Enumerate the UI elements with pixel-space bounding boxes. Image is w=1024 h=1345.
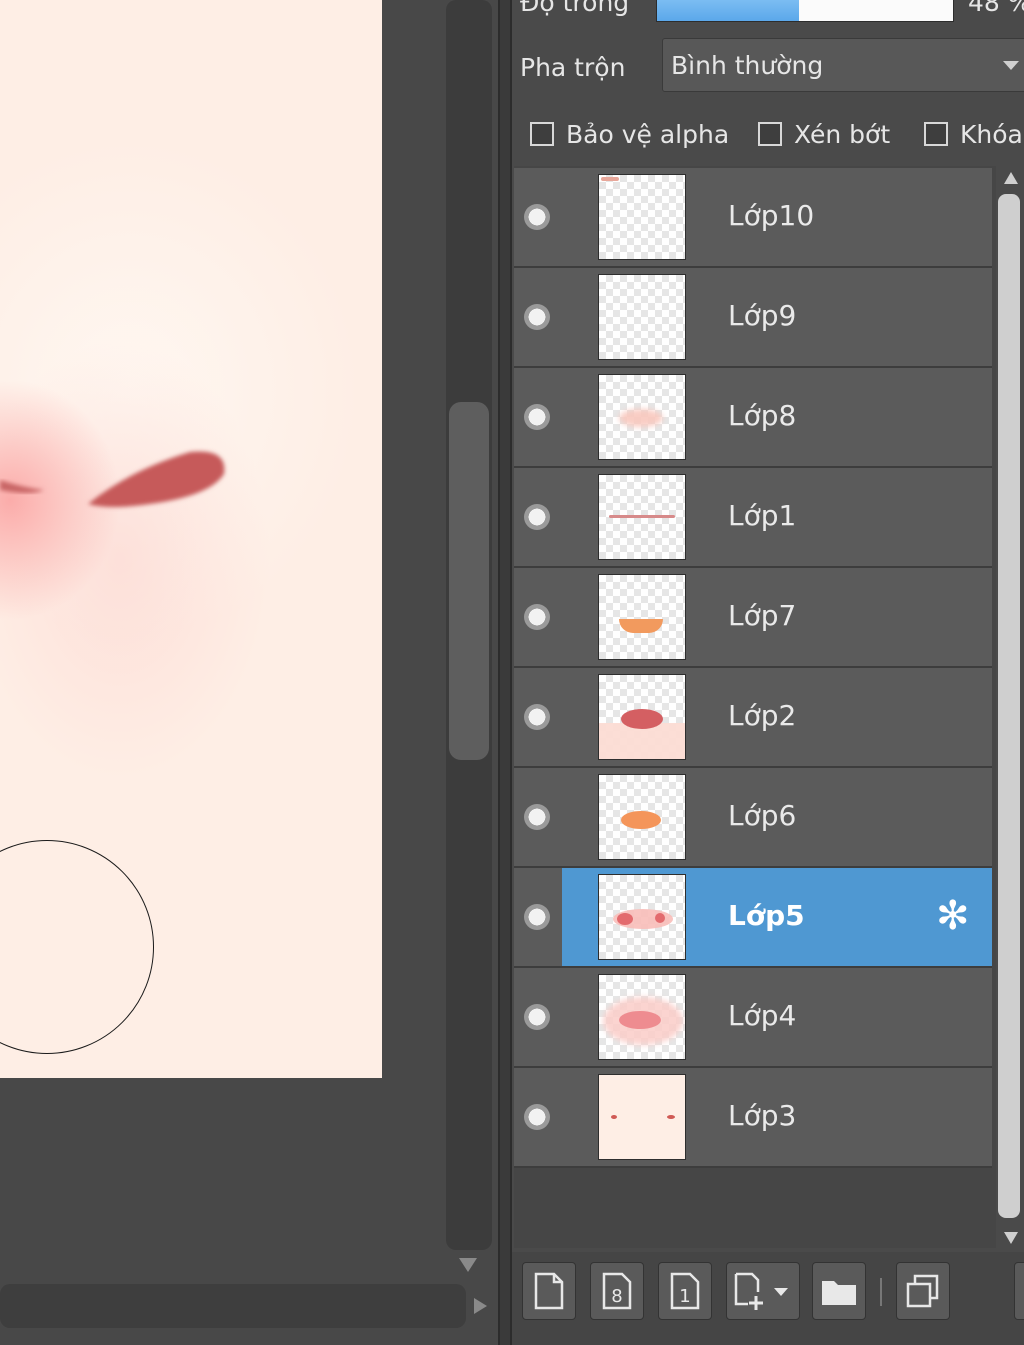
layer-row[interactable]: Lớp1 xyxy=(514,468,992,568)
opacity-label: Độ trong xyxy=(520,0,630,17)
layer-toolbar: 8 1 xyxy=(512,1252,1024,1345)
layer-list-scrollbar[interactable] xyxy=(998,194,1020,1218)
artwork-canvas[interactable] xyxy=(0,0,382,1078)
layer-list[interactable]: Lớp10 Lớp9 Lớp8 Lớp1 Lớp7 Lớp2 Lớp6 Lớp5… xyxy=(514,166,996,1248)
layer-name: Lớp4 xyxy=(728,999,797,1032)
toolbar-more-button[interactable] xyxy=(1014,1262,1024,1320)
layer-panel: Độ trong 48 % Pha trộn Bình thường Bảo v… xyxy=(512,0,1024,1345)
visibility-eye-icon[interactable] xyxy=(524,1004,550,1030)
new-layer-button[interactable] xyxy=(522,1262,576,1320)
blend-mode-label: Pha trộn xyxy=(520,53,626,82)
layer-thumbnail xyxy=(598,574,686,660)
layer-thumbnail xyxy=(598,274,686,360)
alpha-protect-label: Bảo vệ alpha xyxy=(566,119,730,149)
layer-row[interactable]: Lớp3 xyxy=(514,1068,992,1168)
duplicate-layer-icon xyxy=(906,1274,939,1308)
layer-row[interactable]: Lớp9 xyxy=(514,268,992,368)
visibility-eye-icon[interactable] xyxy=(524,604,550,630)
layer-name: Lớp5 xyxy=(728,899,805,932)
opacity-row: Độ trong 48 % xyxy=(512,0,1024,22)
opacity-value: 48 % xyxy=(968,0,1024,17)
visibility-eye-icon[interactable] xyxy=(524,504,550,530)
new-8bit-layer-button[interactable]: 8 xyxy=(590,1262,644,1320)
gear-icon[interactable]: ✻ xyxy=(936,896,970,936)
layer-thumbnail xyxy=(598,974,686,1060)
visibility-eye-icon[interactable] xyxy=(524,804,550,830)
blend-mode-select[interactable]: Bình thường xyxy=(662,38,1024,92)
scroll-right-arrow-icon[interactable] xyxy=(474,1298,487,1314)
svg-text:8: 8 xyxy=(611,1286,622,1307)
blend-mode-value: Bình thường xyxy=(671,51,824,80)
canvas-horizontal-scrollbar[interactable] xyxy=(0,1284,466,1328)
checkbox-box[interactable] xyxy=(924,122,948,146)
new-layer-icon xyxy=(534,1272,564,1310)
layer-name: Lớp1 xyxy=(728,499,797,532)
opacity-slider-fill xyxy=(657,0,800,21)
visibility-eye-icon[interactable] xyxy=(524,204,550,230)
clipping-checkbox[interactable]: Xén bớt xyxy=(758,116,890,152)
opacity-slider[interactable] xyxy=(656,0,954,22)
clipping-label: Xén bớt xyxy=(794,119,891,149)
visibility-eye-icon[interactable] xyxy=(524,1104,550,1130)
chevron-down-icon xyxy=(1003,61,1019,70)
visibility-eye-icon[interactable] xyxy=(524,404,550,430)
checkbox-box[interactable] xyxy=(530,122,554,146)
layer-name: Lớp6 xyxy=(728,799,797,832)
panel-splitter[interactable] xyxy=(498,0,512,1345)
scroll-down-arrow-icon[interactable] xyxy=(459,1258,477,1272)
layer-name: Lớp9 xyxy=(728,299,797,332)
visibility-eye-icon[interactable] xyxy=(524,704,550,730)
layer-row[interactable]: Lớp8 xyxy=(514,368,992,468)
new-8bit-layer-icon: 8 xyxy=(602,1272,632,1310)
scroll-down-arrow-icon[interactable] xyxy=(1004,1232,1018,1244)
layer-thumbnail xyxy=(598,674,686,760)
layer-thumbnail xyxy=(598,874,686,960)
add-layer-dropdown-icon xyxy=(734,1272,788,1310)
layer-thumbnail xyxy=(598,474,686,560)
scroll-up-arrow-icon[interactable] xyxy=(1004,172,1018,184)
layer-name: Lớp3 xyxy=(728,1099,797,1132)
layer-thumbnail xyxy=(598,174,686,260)
layer-name: Lớp10 xyxy=(728,199,815,232)
layer-row[interactable]: Lớp4 xyxy=(514,968,992,1068)
layer-name: Lớp2 xyxy=(728,699,797,732)
new-1bit-layer-icon: 1 xyxy=(670,1272,700,1310)
canvas-vertical-scroll-thumb[interactable] xyxy=(449,402,489,760)
layer-name: Lớp8 xyxy=(728,399,797,432)
alpha-protect-checkbox[interactable]: Bảo vệ alpha xyxy=(530,116,729,152)
new-1bit-layer-button[interactable]: 1 xyxy=(658,1262,712,1320)
visibility-eye-icon[interactable] xyxy=(524,304,550,330)
checkbox-box[interactable] xyxy=(758,122,782,146)
new-folder-icon xyxy=(822,1281,856,1305)
layer-thumbnail xyxy=(598,774,686,860)
lock-label: Khóa xyxy=(960,119,1023,149)
layer-row[interactable]: Lớp6 xyxy=(514,768,992,868)
toolbar-separator xyxy=(880,1278,882,1306)
layer-row[interactable]: Lớp10 xyxy=(514,168,992,268)
visibility-eye-icon[interactable] xyxy=(524,904,550,930)
lock-checkbox[interactable]: Khóa xyxy=(924,116,1023,152)
duplicate-layer-button[interactable] xyxy=(896,1262,950,1320)
layer-name: Lớp7 xyxy=(728,599,797,632)
layer-row[interactable]: Lớp5 ✻ xyxy=(514,868,992,968)
layer-row[interactable]: Lớp7 xyxy=(514,568,992,668)
layer-thumbnail xyxy=(598,374,686,460)
layer-thumbnail xyxy=(598,1074,686,1160)
new-folder-button[interactable] xyxy=(812,1262,866,1320)
layer-row[interactable]: Lớp2 xyxy=(514,668,992,768)
canvas-area[interactable] xyxy=(0,0,498,1345)
add-layer-dropdown-button[interactable] xyxy=(726,1262,800,1320)
svg-text:1: 1 xyxy=(679,1286,690,1307)
